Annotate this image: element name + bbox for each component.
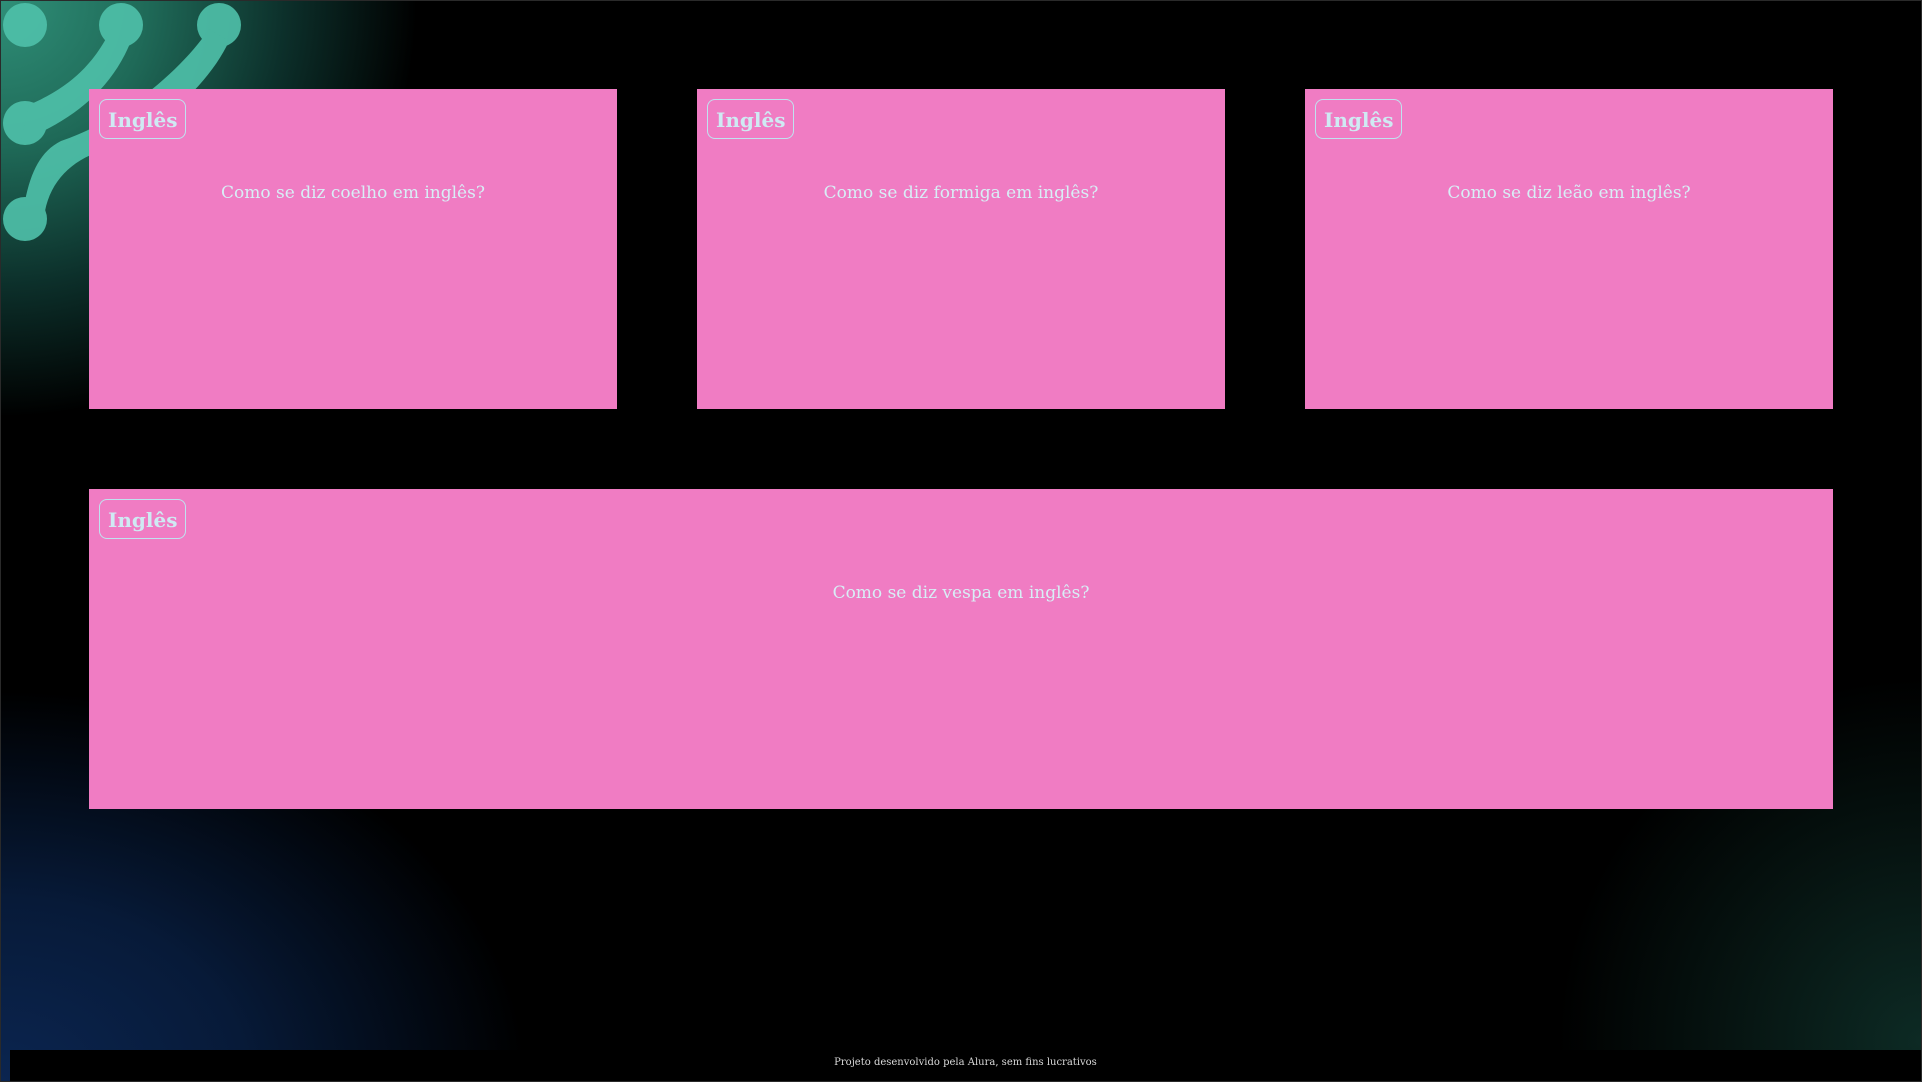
card-category-tag: Inglês [99, 499, 187, 539]
flashcard[interactable]: Inglês Como se diz formiga em inglês? [697, 89, 1225, 409]
card-question: Como se diz coelho em inglês? [221, 183, 485, 203]
footer-text: Projeto desenvolvido pela Alura, sem fin… [834, 1057, 1097, 1068]
flashcard[interactable]: Inglês Como se diz vespa em inglês? [89, 489, 1833, 809]
card-question: Como se diz formiga em inglês? [823, 183, 1099, 203]
card-category-tag: Inglês [1315, 99, 1403, 139]
flashcard[interactable]: Inglês Como se diz coelho em inglês? [89, 89, 617, 409]
flashcard[interactable]: Inglês Como se diz leão em inglês? [1305, 89, 1833, 409]
card-question: Como se diz leão em inglês? [1447, 183, 1691, 203]
card-category-tag: Inglês [99, 99, 187, 139]
card-question: Como se diz vespa em inglês? [832, 583, 1090, 603]
card-category-tag: Inglês [707, 99, 795, 139]
footer: Projeto desenvolvido pela Alura, sem fin… [10, 1050, 1921, 1081]
app-page: Inglês Como se diz coelho em inglês? Ing… [0, 0, 1922, 1082]
